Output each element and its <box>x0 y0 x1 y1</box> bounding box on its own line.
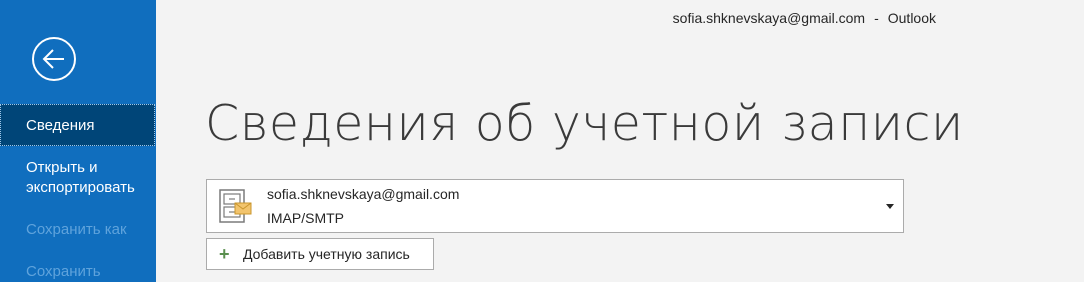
titlebar-separator: - <box>874 10 879 26</box>
account-email: sofia.shknevskaya@gmail.com <box>267 186 460 202</box>
chevron-down-icon <box>886 204 894 209</box>
nav-item-label: Сведения <box>26 117 95 134</box>
titlebar-account: sofia.shknevskaya@gmail.com <box>672 10 866 26</box>
window-titlebar: sofia.shknevskaya@gmail.com - Outlook <box>0 10 1084 26</box>
nav-item-label: Сохранить как <box>26 221 127 238</box>
nav-item-save-as: Сохранить как <box>0 220 156 240</box>
plus-icon: + <box>219 244 230 264</box>
nav-item-info[interactable]: Сведения <box>0 104 155 146</box>
account-selector[interactable]: sofia.shknevskaya@gmail.com IMAP/SMTP <box>206 179 904 233</box>
nav-item-label: Открыть и <box>26 159 98 176</box>
mail-account-icon <box>219 189 252 223</box>
page-title: Сведения об учетной записи <box>205 95 964 152</box>
add-account-label: Добавить учетную запись <box>243 246 410 262</box>
titlebar-app-name: Outlook <box>887 10 936 26</box>
account-type: IMAP/SMTP <box>267 210 345 226</box>
add-account-button[interactable]: + Добавить учетную запись <box>206 238 434 270</box>
nav-item-open-export[interactable]: Открыть и экспортировать <box>0 158 156 198</box>
arrow-left-icon <box>42 49 64 69</box>
backstage-sidebar: Сведения Открыть и экспортировать Сохран… <box>0 0 156 282</box>
back-button[interactable] <box>32 37 76 81</box>
nav-item-label-line2: экспортировать <box>26 179 135 196</box>
nav-item-save: Сохранить <box>0 262 156 282</box>
nav-item-label: Сохранить <box>26 263 101 280</box>
